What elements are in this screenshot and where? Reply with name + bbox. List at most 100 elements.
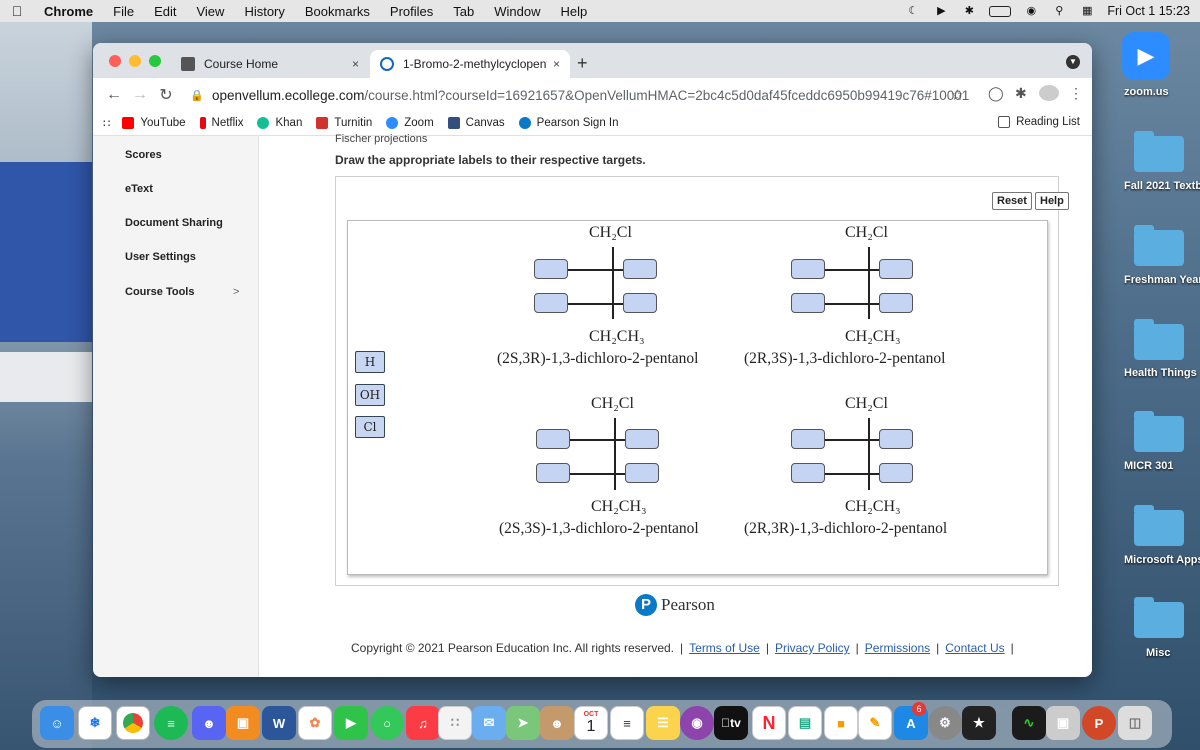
menu-history[interactable]: History [234, 4, 294, 19]
breadcrumb[interactable]: Fischer projections [335, 133, 427, 145]
drop-target[interactable] [534, 293, 568, 313]
sidebar-item-scores[interactable]: Scores [125, 149, 162, 161]
messages-icon[interactable]: ○ [370, 706, 404, 740]
sidebar-item-user-settings[interactable]: User Settings [125, 251, 196, 263]
facetime-icon[interactable]: ▶ [334, 706, 368, 740]
drop-target[interactable] [623, 293, 657, 313]
pages-icon[interactable]: ✎ [858, 706, 892, 740]
maximize-window-button[interactable] [149, 55, 161, 67]
close-tab-icon[interactable]: × [352, 57, 359, 71]
address-bar[interactable]: 🔒 openvellum.ecollege.com/course.html?co… [190, 82, 970, 108]
minimize-window-button[interactable] [129, 55, 141, 67]
menu-profiles[interactable]: Profiles [380, 4, 443, 19]
bookmark-netflix[interactable]: Netflix [199, 117, 243, 129]
folder-icon[interactable] [1128, 225, 1188, 274]
menu-tab[interactable]: Tab [443, 4, 484, 19]
system-preferences-icon[interactable]: ⚙ [928, 706, 962, 740]
draggable-label-cl[interactable]: Cl [355, 416, 385, 438]
drop-target[interactable] [791, 463, 825, 483]
menu-help[interactable]: Help [551, 4, 598, 19]
numbers-icon[interactable]: ▤ [788, 706, 822, 740]
drop-target[interactable] [536, 463, 570, 483]
drop-target[interactable] [879, 429, 913, 449]
bookmark-turnitin[interactable]: Turnitin [316, 117, 372, 129]
drop-target[interactable] [625, 429, 659, 449]
folder-icon[interactable] [1128, 131, 1188, 180]
podcasts-icon[interactable]: ◉ [680, 706, 714, 740]
menu-bookmarks[interactable]: Bookmarks [295, 4, 380, 19]
drop-target[interactable] [879, 259, 913, 279]
reload-icon[interactable]: ↻ [153, 85, 179, 105]
bluetooth-icon[interactable]: ✱ [961, 5, 977, 18]
reset-button[interactable]: Reset [992, 192, 1032, 210]
profile-avatar[interactable] [1039, 85, 1059, 101]
bookmark-zoom[interactable]: Zoom [386, 117, 434, 129]
close-tab-icon[interactable]: × [553, 57, 560, 71]
sidebar-item-document-sharing[interactable]: Document Sharing [125, 217, 223, 229]
music-icon[interactable]: ♫ [406, 706, 440, 740]
folder-icon[interactable] [1128, 597, 1188, 646]
drop-target[interactable] [534, 259, 568, 279]
trash-icon[interactable]: ◫ [1118, 706, 1152, 740]
preview-icon[interactable]: ▣ [1046, 706, 1080, 740]
drop-target[interactable] [623, 259, 657, 279]
drop-target[interactable] [536, 429, 570, 449]
chrome-icon[interactable] [116, 706, 150, 740]
apple-tv-icon[interactable]: tv [714, 706, 748, 740]
dark-mode-icon[interactable]: ☾ [905, 5, 921, 18]
menu-file[interactable]: File [103, 4, 144, 19]
play-icon[interactable]: ▶ [933, 5, 949, 18]
menu-window[interactable]: Window [484, 4, 550, 19]
menu-app-chrome[interactable]: Chrome [34, 4, 103, 19]
folder-icon[interactable] [1128, 319, 1188, 368]
spotify-icon[interactable]: ≡ [154, 706, 188, 740]
notes-icon[interactable]: ☰ [646, 706, 680, 740]
menu-edit[interactable]: Edit [144, 4, 186, 19]
star-wars-game-icon[interactable]: ★ [962, 706, 996, 740]
wifi-icon[interactable]: ◉ [1023, 5, 1039, 18]
menu-clock[interactable]: Fri Oct 1 15:23 [1107, 4, 1190, 18]
bookmark-canvas[interactable]: Canvas [447, 117, 505, 129]
reading-list-button[interactable]: Reading List [998, 116, 1080, 128]
keynote-icon[interactable]: ■ [824, 706, 858, 740]
help-button[interactable]: Help [1035, 192, 1069, 210]
launchpad-icon[interactable]: ∷ [438, 706, 472, 740]
news-icon[interactable]: N [752, 706, 786, 740]
bookmark-youtube[interactable]: YouTube [122, 117, 186, 129]
activity-monitor-icon[interactable]: ∿ [1012, 706, 1046, 740]
forward-arrow-icon[interactable]: → [127, 86, 153, 104]
bookmark-khan[interactable]: Khan [257, 117, 302, 129]
privacy-policy-link[interactable]: Privacy Policy [775, 641, 850, 655]
folder-icon[interactable] [1128, 505, 1188, 554]
contacts-icon[interactable]: ☻ [540, 706, 574, 740]
photos-icon[interactable]: ✿ [298, 706, 332, 740]
bookmark-star-icon[interactable]: ☆ [951, 86, 964, 104]
reminders-icon[interactable]: ≡ [610, 706, 644, 740]
tab-active-problem[interactable]: 1-Bromo-2-methylcyclopentan × [370, 50, 570, 78]
drop-target[interactable] [879, 293, 913, 313]
discord-icon[interactable]: ☻ [192, 706, 226, 740]
word-icon[interactable]: W [262, 706, 296, 740]
extensions-puzzle-icon[interactable]: ✱ [1015, 85, 1027, 102]
tab-course-home[interactable]: Course Home × [171, 50, 369, 78]
kebab-menu-icon[interactable]: ⋮ [1069, 85, 1083, 102]
folder-icon[interactable] [1128, 411, 1188, 460]
permissions-link[interactable]: Permissions [865, 641, 930, 655]
tab-search-icon[interactable]: ▼ [1066, 55, 1080, 69]
safari-icon[interactable]: ❄ [78, 706, 112, 740]
maps-icon[interactable]: ➤ [506, 706, 540, 740]
terms-of-use-link[interactable]: Terms of Use [689, 641, 760, 655]
drop-target[interactable] [625, 463, 659, 483]
contact-us-link[interactable]: Contact Us [945, 641, 1004, 655]
drop-target[interactable] [791, 429, 825, 449]
finder-icon[interactable]: ☺ [40, 706, 74, 740]
mail-icon[interactable]: ✉ [472, 706, 506, 740]
drop-target[interactable] [791, 293, 825, 313]
shield-extension-icon[interactable]: ◯ [988, 85, 1004, 102]
bookmark-pearson[interactable]: Pearson Sign In [518, 117, 619, 129]
drop-target[interactable] [879, 463, 913, 483]
draggable-label-oh[interactable]: OH [355, 384, 385, 406]
sidebar-item-course-tools[interactable]: Course Tools > [125, 286, 255, 298]
books-icon[interactable]: ▣ [226, 706, 260, 740]
menu-view[interactable]: View [186, 4, 234, 19]
